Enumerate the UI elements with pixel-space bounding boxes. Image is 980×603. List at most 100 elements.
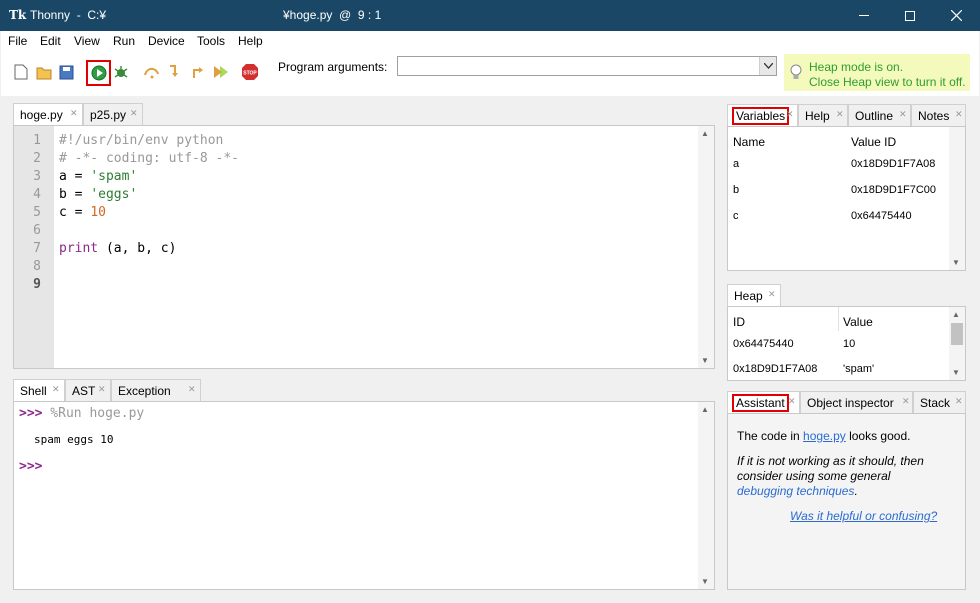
tab-label: Shell	[20, 384, 47, 398]
variable-value-id[interactable]: 0x64475440	[851, 210, 912, 222]
menu-help[interactable]: Help	[238, 34, 263, 48]
open-file-icon[interactable]	[35, 63, 53, 81]
variable-value-id[interactable]: 0x18D9D1F7A08	[851, 158, 935, 170]
variable-name[interactable]: a	[733, 158, 739, 170]
heap-scrollbar[interactable]: ▲ ▼	[949, 307, 965, 380]
variables-tab-bar: Variables ✕ Help ✕ Outline ✕ Notes ✕	[727, 104, 966, 127]
run-icon[interactable]	[86, 60, 111, 86]
assistant-scrollbar[interactable]	[949, 414, 965, 589]
tab-outline[interactable]: Outline ✕	[848, 104, 911, 126]
tab-notes[interactable]: Notes ✕	[911, 104, 966, 126]
heap-value[interactable]: 10	[843, 338, 855, 350]
close-tab-icon[interactable]: ✕	[188, 384, 196, 395]
tab-exception[interactable]: Exception ✕	[111, 379, 201, 401]
tab-assistant[interactable]: Assistant ✕	[727, 391, 800, 414]
close-tab-icon[interactable]: ✕	[955, 109, 963, 120]
code-line: a = 'spam'	[59, 169, 138, 184]
tab-ast[interactable]: AST ✕	[65, 379, 111, 401]
code-editor[interactable]: 1 2 3 4 5 6 7 8 9 #!/usr/bin/env python # -*- cod…	[13, 125, 715, 369]
tab-variables[interactable]: Variables ✕	[727, 104, 798, 127]
tab-label: Heap	[734, 289, 763, 303]
assistant-message: The code in hoge.py looks good.	[737, 429, 911, 443]
heap-id[interactable]: 0x18D9D1F7A08	[733, 363, 817, 375]
heap-notice-line1: Heap mode is on.	[809, 60, 904, 74]
tab-label: p25.py	[90, 108, 127, 122]
menu-file[interactable]: File	[8, 34, 27, 48]
title-bar: Tk Thonny - C:¥ ¥hoge.py @ 9 : 1	[0, 0, 980, 31]
menu-tools[interactable]: Tools	[197, 34, 225, 48]
shell-scrollbar[interactable]: ▲ ▼	[698, 402, 714, 589]
heap-id[interactable]: 0x64475440	[733, 338, 794, 350]
maximize-button[interactable]	[887, 0, 933, 31]
column-header-value[interactable]: Value	[843, 315, 873, 329]
combobox-arrow-button[interactable]	[759, 57, 776, 75]
close-tab-icon[interactable]: ✕	[98, 384, 106, 395]
code-line: print (a, b, c)	[59, 241, 177, 256]
close-tab-icon[interactable]: ✕	[899, 109, 907, 120]
shell-tab-bar: Shell ✕ AST ✕ Exception ✕	[13, 379, 715, 402]
shell-prompt: >>>	[19, 406, 43, 421]
tab-label: Stack	[920, 396, 951, 410]
shell-output: spam eggs 10	[34, 433, 114, 446]
close-button[interactable]	[933, 0, 979, 31]
tab-label: Object inspector	[807, 396, 894, 410]
resume-icon[interactable]	[211, 63, 229, 81]
minimize-button[interactable]	[841, 0, 887, 31]
variables-table: Name Value ID a 0x18D9D1F7A08 b 0x18D9D1F7C…	[727, 126, 966, 271]
lightbulb-icon	[790, 64, 802, 79]
program-arguments-label: Program arguments:	[278, 60, 388, 74]
menu-view[interactable]: View	[74, 34, 100, 48]
close-tab-icon[interactable]: ✕	[902, 396, 910, 407]
variable-name[interactable]: c	[733, 210, 739, 222]
variable-name[interactable]: b	[733, 184, 739, 196]
column-header-value-id[interactable]: Value ID	[851, 135, 896, 149]
shell-panel[interactable]: >>> %Run hoge.py spam eggs 10 >>> ▲ ▼	[13, 401, 715, 590]
tab-shell[interactable]: Shell ✕	[13, 379, 65, 402]
close-tab-icon[interactable]: ✕	[788, 396, 796, 407]
hoge-py-link[interactable]: hoge.py	[803, 429, 846, 443]
menu-run[interactable]: Run	[113, 34, 135, 48]
close-tab-icon[interactable]: ✕	[130, 108, 138, 119]
menu-device[interactable]: Device	[148, 34, 185, 48]
stop-icon[interactable]: STOP	[241, 63, 259, 81]
step-over-icon[interactable]	[143, 63, 161, 81]
debugging-techniques-link[interactable]: debugging techniques	[737, 484, 854, 498]
code-line: b = 'eggs'	[59, 187, 138, 202]
program-arguments-combobox[interactable]	[397, 56, 777, 76]
menu-bar: File Edit View Run Device Tools Help	[1, 31, 979, 51]
column-header-name[interactable]: Name	[733, 135, 765, 149]
shell-prompt[interactable]: >>>	[19, 459, 42, 474]
feedback-link[interactable]: Was it helpful or confusing?	[790, 509, 937, 523]
tab-object-inspector[interactable]: Object inspector ✕	[800, 391, 913, 413]
column-header-id[interactable]: ID	[733, 315, 745, 329]
step-out-icon[interactable]	[189, 63, 207, 81]
close-tab-icon[interactable]: ✕	[786, 109, 794, 120]
line-number-gutter: 1 2 3 4 5 6 7 8 9	[14, 126, 54, 368]
line-number: 2	[33, 151, 41, 166]
line-number: 7	[33, 241, 41, 256]
close-tab-icon[interactable]: ✕	[955, 396, 963, 407]
save-icon[interactable]	[57, 63, 75, 81]
variables-scrollbar[interactable]: ▼	[949, 127, 965, 270]
tab-heap[interactable]: Heap ✕	[727, 284, 781, 307]
step-into-icon[interactable]	[166, 63, 184, 81]
assistant-hint: If it is not working as it should, then …	[737, 454, 924, 498]
close-tab-icon[interactable]: ✕	[836, 109, 844, 120]
debug-icon[interactable]	[112, 63, 130, 81]
menu-edit[interactable]: Edit	[40, 34, 61, 48]
minimize-icon	[859, 15, 869, 16]
close-tab-icon[interactable]: ✕	[52, 384, 60, 395]
editor-scrollbar[interactable]: ▲ ▼	[698, 126, 714, 368]
tab-hoge-py[interactable]: hoge.py ✕	[13, 103, 83, 126]
new-file-icon[interactable]	[12, 63, 30, 81]
tab-stack[interactable]: Stack ✕	[913, 391, 966, 413]
close-tab-icon[interactable]: ✕	[768, 289, 776, 300]
tab-p25-py[interactable]: p25.py ✕	[83, 103, 143, 125]
chevron-down-icon	[763, 63, 773, 69]
variable-value-id[interactable]: 0x18D9D1F7C00	[851, 184, 936, 196]
tab-help[interactable]: Help ✕	[798, 104, 848, 126]
close-tab-icon[interactable]: ✕	[70, 108, 78, 119]
thonny-logo-icon: Tk	[9, 8, 27, 22]
assistant-panel: The code in hoge.py looks good. If it is…	[727, 413, 966, 590]
heap-value[interactable]: 'spam'	[843, 363, 874, 375]
